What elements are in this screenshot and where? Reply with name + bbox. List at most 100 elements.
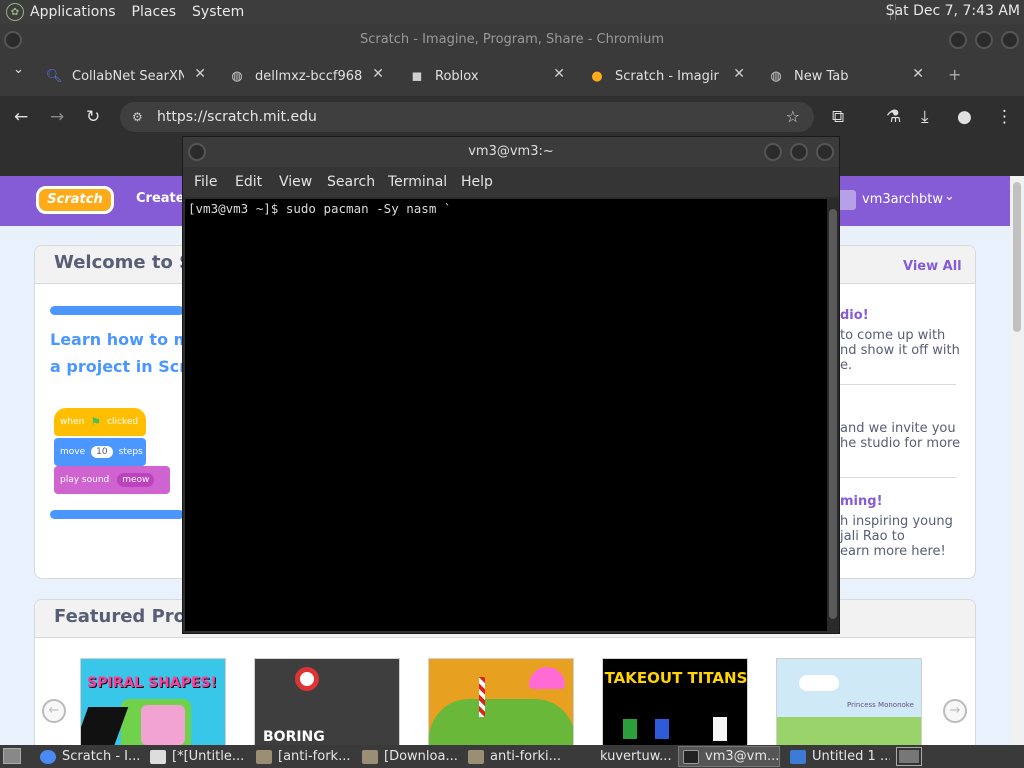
- coming-heading[interactable]: ming!: [840, 494, 883, 509]
- task-kuvertuw[interactable]: kuvertuw...: [574, 746, 674, 767]
- gnome-foot-icon[interactable]: ✿: [6, 3, 24, 21]
- reload-icon[interactable]: ↻: [86, 107, 100, 127]
- thumb-art: [713, 717, 727, 741]
- menu-view[interactable]: View: [279, 174, 312, 190]
- terminal-minimize-button[interactable]: [764, 143, 782, 161]
- terminal-menubar: File Edit View Search Terminal Help: [183, 167, 839, 197]
- project-thumbnail-mononoke[interactable]: Princess Mononoke: [776, 658, 922, 746]
- terminal-close-button[interactable]: [816, 143, 834, 161]
- bottom-taskbar: Scratch - I... [*[Untitle... [anti-fork.…: [0, 745, 1024, 768]
- menu-file[interactable]: File: [194, 174, 217, 190]
- more-menu-icon[interactable]: ⋮: [996, 107, 1013, 127]
- chromium-icon: [40, 749, 56, 764]
- terminal-output[interactable]: [vm3@vm3 ~]$ sudo pacman -Sy nasm `: [185, 199, 827, 631]
- folder-icon: [362, 749, 378, 764]
- project-thumbnail-boring[interactable]: BORING: [254, 658, 400, 746]
- task-anti-fork-folder[interactable]: [anti-fork...: [252, 746, 354, 767]
- new-tab-icon[interactable]: +: [948, 65, 961, 84]
- terminal-scroll-thumb[interactable]: [829, 209, 837, 619]
- window-menu-button[interactable]: [4, 31, 22, 49]
- clock[interactable]: Sat Dec 7, 7:43 AM: [886, 3, 1020, 19]
- terminal-title-bar[interactable]: vm3@vm3:~: [183, 137, 839, 167]
- studio-text-line: nd show it off with: [840, 343, 960, 358]
- forward-icon[interactable]: →: [50, 107, 64, 127]
- tab-scratch[interactable]: ● Scratch - Imagine, ✕: [589, 56, 745, 96]
- text-editor-icon: [150, 749, 166, 764]
- menu-terminal[interactable]: Terminal: [388, 174, 447, 190]
- task-anti-forki[interactable]: anti-forki...: [464, 746, 570, 767]
- tab-collabnet[interactable]: 🔍︎ CollabNet SearXNG ✕: [46, 56, 206, 96]
- tab-roblox[interactable]: ◼ Roblox ✕: [409, 56, 565, 96]
- carousel-next-icon[interactable]: →: [943, 699, 967, 723]
- tab-search-icon[interactable]: ⌄: [13, 62, 24, 77]
- profile-icon[interactable]: ●: [957, 107, 972, 127]
- labs-flask-icon[interactable]: ⚗: [886, 107, 901, 127]
- divider: [836, 477, 956, 478]
- terminal-title: vm3@vm3:~: [468, 144, 554, 159]
- studio-heading[interactable]: dio!: [840, 308, 869, 323]
- system-menu[interactable]: System: [192, 4, 244, 20]
- terminal-window-menu-button[interactable]: [188, 143, 206, 161]
- view-all-link[interactable]: View All: [903, 259, 962, 274]
- close-window-button[interactable]: [1001, 31, 1019, 49]
- scratch-logo[interactable]: Scratch: [36, 186, 114, 214]
- address-bar[interactable]: ⚙ https://scratch.mit.edu ☆: [120, 102, 814, 132]
- close-icon[interactable]: ✕: [912, 66, 924, 82]
- avatar[interactable]: [838, 190, 856, 210]
- username[interactable]: vm3archbtw: [862, 192, 943, 207]
- thumb-art: [295, 667, 319, 691]
- invite-text-line: and we invite you: [840, 421, 956, 436]
- top-panel: ✿ Applications Places System Sat Dec 7, …: [0, 0, 1024, 24]
- minimize-button[interactable]: [949, 31, 967, 49]
- applications-menu[interactable]: Applications: [30, 4, 116, 20]
- task-terminal[interactable]: vm3@vm...: [678, 746, 780, 767]
- menu-edit[interactable]: Edit: [235, 174, 262, 190]
- places-menu[interactable]: Places: [132, 4, 177, 20]
- project-thumbnail-candy[interactable]: [428, 658, 574, 746]
- workspace-1[interactable]: [899, 750, 919, 763]
- menu-search[interactable]: Search: [327, 174, 375, 190]
- terminal-maximize-button[interactable]: [790, 143, 808, 161]
- tab-new-tab[interactable]: ◍ New Tab ✕: [768, 56, 924, 96]
- terminal-window: vm3@vm3:~ File Edit View Search Terminal…: [182, 136, 840, 634]
- maximize-button[interactable]: [975, 31, 993, 49]
- thumb-art: [529, 667, 565, 689]
- workspace-switcher[interactable]: [896, 747, 922, 766]
- task-downloads-folder[interactable]: [Downloa...: [358, 746, 460, 767]
- task-untitled-document[interactable]: Untitled 1 ...: [786, 746, 890, 767]
- extensions-icon[interactable]: ⧉: [832, 107, 844, 127]
- when-flag-clicked-block: when ⚑ clicked: [54, 408, 146, 436]
- menu-help[interactable]: Help: [461, 174, 493, 190]
- globe-icon: ◍: [231, 68, 243, 84]
- project-thumbnail-takeout[interactable]: TAKEOUT TITANS: [602, 658, 748, 746]
- studio-text-line: to come up with: [840, 328, 946, 343]
- search-icon: 🔍︎: [45, 68, 63, 84]
- project-thumbnail-spiral[interactable]: SPIRAL SHAPES!: [80, 658, 226, 746]
- coming-text-line: earn more here!: [840, 544, 946, 559]
- nav-create-link[interactable]: Create: [136, 191, 185, 206]
- task-scratch[interactable]: Scratch - I...: [36, 746, 142, 767]
- url-text: https://scratch.mit.edu: [157, 109, 317, 125]
- carousel-prev-icon[interactable]: ←: [42, 699, 66, 723]
- browser-window-title: Scratch - Imagine, Program, Share - Chro…: [359, 32, 665, 47]
- close-icon[interactable]: ✕: [733, 66, 745, 82]
- green-flag-icon: ⚑: [90, 415, 102, 429]
- tutorial-progress-bar-bottom: [50, 510, 184, 519]
- close-icon[interactable]: ✕: [372, 66, 384, 82]
- browser-title-bar: Scratch - Imagine, Program, Share - Chro…: [0, 24, 1024, 56]
- tab-dellmxz[interactable]: ◍ dellmxz-bccf9689 ✕: [229, 56, 384, 96]
- steps-value: 10: [91, 446, 113, 458]
- back-icon[interactable]: ←: [14, 107, 28, 127]
- task-untitled-editor[interactable]: [*[Untitle...: [146, 746, 248, 767]
- close-icon[interactable]: ✕: [553, 66, 565, 82]
- close-icon[interactable]: ✕: [194, 66, 206, 82]
- tab-strip: ⌄ 🔍︎ CollabNet SearXNG ✕ ◍ dellmxz-bccf9…: [0, 56, 1024, 96]
- show-desktop-icon[interactable]: [3, 748, 21, 764]
- studio-text-line: e.: [840, 358, 853, 373]
- download-icon[interactable]: ⤓: [921, 107, 929, 127]
- page-scroll-thumb[interactable]: [1013, 182, 1021, 332]
- chevron-down-icon[interactable]: ⌄: [944, 189, 955, 204]
- bookmark-star-icon[interactable]: ☆: [786, 102, 800, 132]
- site-info-icon[interactable]: ⚙: [132, 102, 143, 132]
- sound-dropdown: meow: [117, 473, 155, 487]
